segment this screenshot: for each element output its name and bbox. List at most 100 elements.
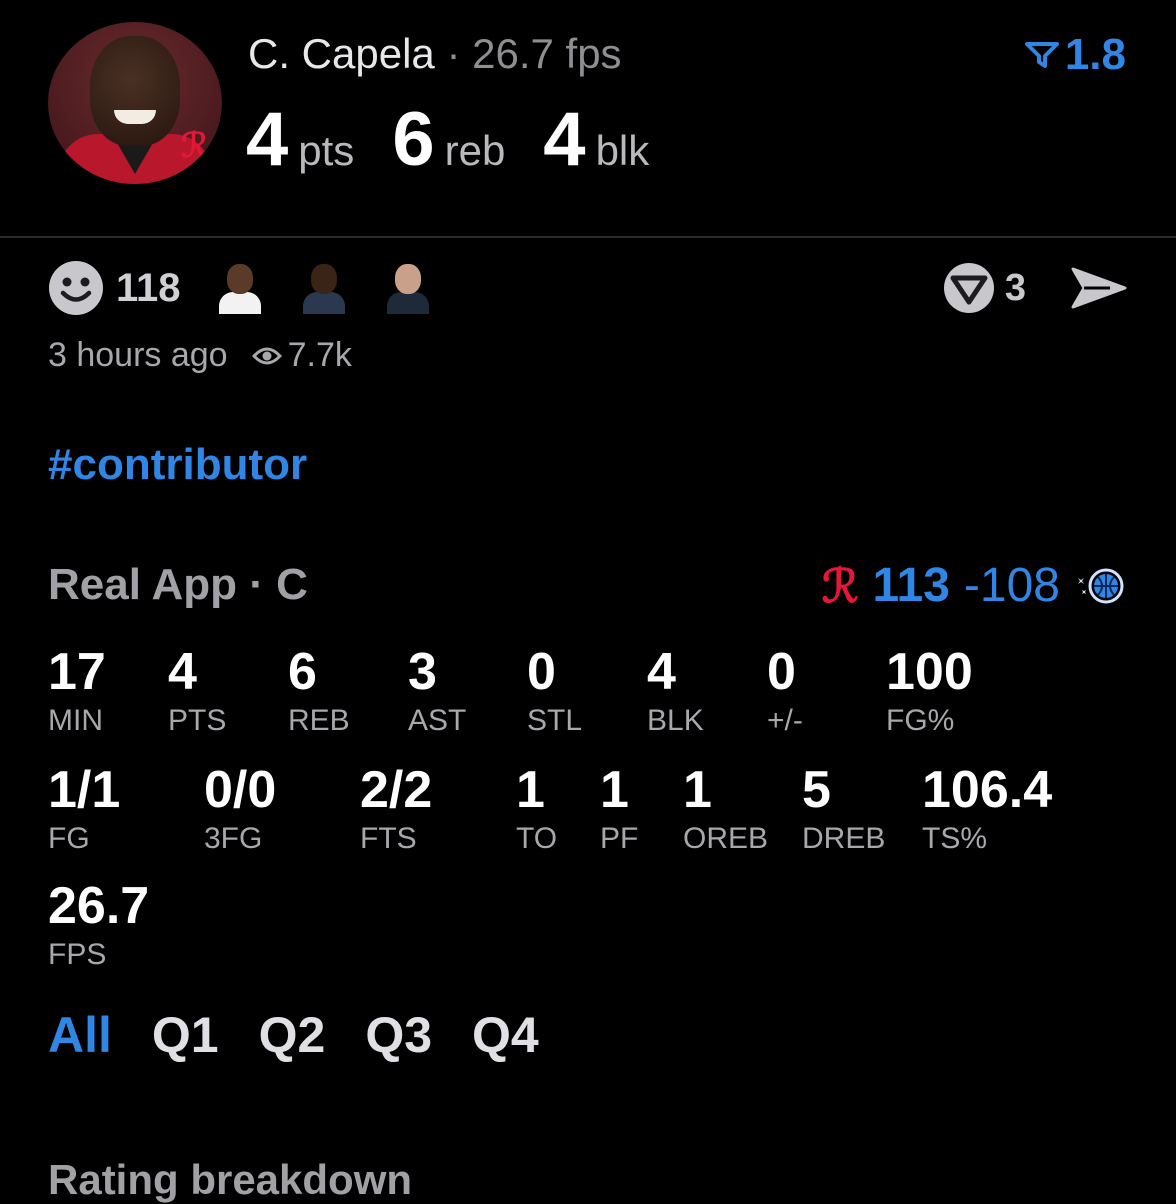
reaction-count[interactable]: 118 [116,266,181,311]
stat-fts: 2/2 FTS [360,764,432,856]
view-count: 7.7k [251,336,352,375]
stat-stl: 0 STL [527,646,582,738]
rockets-logo-icon: ℛ [180,126,208,166]
stat-value: 1/1 [48,761,121,819]
stat-oreb: 1 OREB [683,764,768,856]
quarter-tabs: All Q1 Q2 Q3 Q4 [48,1006,539,1064]
stat-value: 4 [647,643,676,701]
tab-all[interactable]: All [48,1006,112,1064]
stat-value: 1 [516,761,545,819]
stat-label: FG% [886,704,955,737]
stat-dreb: 5 DREB [802,764,885,856]
rockets-logo-icon: ℛ [821,558,859,613]
stat-value: 1 [683,761,712,819]
tab-q4[interactable]: Q4 [472,1006,539,1064]
reactor-avatar[interactable] [383,262,433,314]
stat-label: BLK [647,704,704,737]
headline-stat-value: 4 [543,97,586,182]
stat-blk: 4 BLK [647,646,704,738]
rank-badge[interactable]: 1.8 [1024,30,1126,80]
headline-stat-label: reb [444,127,506,174]
stat-value: 0/0 [204,761,277,819]
stat-min: 17 MIN [48,646,106,738]
section-title: Rating breakdown [48,1156,413,1203]
source-label: Real App · C [48,560,308,609]
tab-q2[interactable]: Q2 [259,1006,326,1064]
stat-label: 3FG [204,822,263,855]
stat-label: FPS [48,938,107,971]
headline-stat-label: blk [595,127,650,174]
stat-label: +/- [767,704,803,737]
stat-label: DREB [802,822,886,855]
player-name[interactable]: C. Capela [248,30,435,77]
stat-value: 0 [527,643,556,701]
stat-label: MIN [48,704,103,737]
stat-plus-minus: 0 +/- [767,646,803,738]
game-score[interactable]: ℛ 113 - 108 [822,558,1126,613]
away-score: 108 [979,559,1060,612]
stat-pf: 1 PF [600,764,638,856]
eye-icon [251,347,282,364]
vote-icon[interactable] [943,262,995,314]
headline-stat-label: pts [298,127,355,174]
reactor-avatar[interactable] [215,262,265,314]
post-meta: 3 hours ago 7.7k [48,336,352,375]
headline-stat-value: 4 [246,97,289,182]
stat-value: 1 [600,761,629,819]
vote-control[interactable]: 3 [943,262,1026,314]
stat-label: PF [600,822,639,855]
stat-value: 5 [802,761,831,819]
player-title[interactable]: C. Capela · 26.7 fps [248,30,622,78]
stat-value: 100 [886,643,973,701]
stat-value: 2/2 [360,761,433,819]
time-ago: 3 hours ago [48,336,228,374]
player-fps: 26.7 fps [472,30,622,77]
stat-fg: 1/1 FG [48,764,120,856]
stat-value: 4 [168,643,197,701]
player-avatar[interactable]: ℛ [48,22,222,184]
stat-label: FG [48,822,90,855]
hashtag-link[interactable]: #contributor [48,440,307,490]
title-separator: · [446,30,461,77]
stat-value: 17 [48,643,106,701]
stat-value: 3 [408,643,437,701]
stat-ast: 3 AST [408,646,466,738]
score-dash: - [963,559,980,612]
stat-label: FTS [360,822,417,855]
stat-value: 106.4 [922,761,1053,819]
vote-count: 3 [1004,266,1026,309]
stat-label: OREB [683,822,769,855]
stat-3fg: 0/0 3FG [204,764,276,856]
filter-rank-icon [1024,42,1059,68]
share-arrow-icon [1071,267,1127,309]
home-score: 113 [872,559,950,612]
stat-label: REB [288,704,350,737]
stat-label: STL [527,704,583,737]
headline-stats: 4 pts 6 reb 4 blk [246,96,687,183]
stat-reb: 6 REB [288,646,350,738]
rank-value: 1.8 [1064,30,1126,79]
tab-q3[interactable]: Q3 [365,1006,432,1064]
stat-label: TO [516,822,558,855]
reactions-row: 118 [48,260,433,316]
stat-fps: 26.7 FPS [48,880,149,972]
share-button[interactable] [1070,266,1128,315]
stat-to: 1 TO [516,764,557,856]
stat-label: AST [408,704,467,737]
header-divider [0,236,1176,238]
stat-label: TS% [922,822,988,855]
tab-q1[interactable]: Q1 [152,1006,219,1064]
stat-value: 0 [767,643,796,701]
smiley-icon[interactable] [48,260,104,316]
stat-fg-pct: 100 FG% [886,646,973,738]
avatar-head [90,36,180,146]
stat-pts: 4 PTS [168,646,226,738]
magic-logo-icon [1078,568,1124,603]
stat-label: PTS [168,704,227,737]
headline-stat-value: 6 [392,97,435,182]
stat-value: 26.7 [48,877,150,935]
stat-ts-pct: 106.4 TS% [922,764,1052,856]
stat-value: 6 [288,643,317,701]
views-value: 7.7k [287,336,352,374]
reactor-avatar[interactable] [299,262,349,314]
